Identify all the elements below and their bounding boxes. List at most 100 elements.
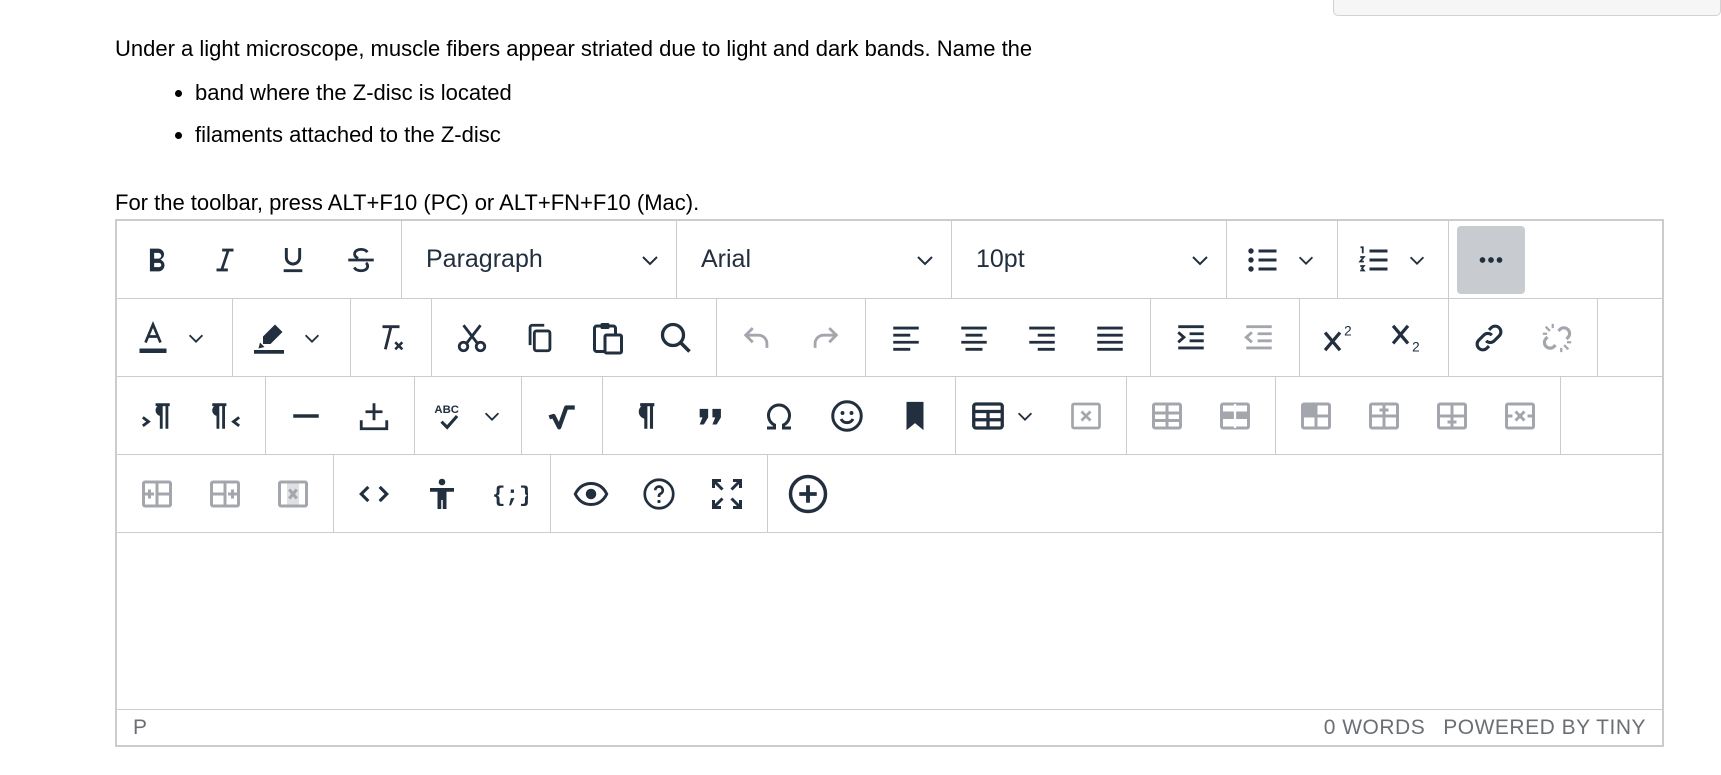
code-sample-button[interactable]: {;} [476,460,544,528]
math-equation-button[interactable] [528,382,596,450]
table-row-props-button[interactable] [1133,382,1201,450]
svg-text:ABC: ABC [434,404,459,416]
unlink-button[interactable] [1523,304,1591,372]
font-size-select[interactable]: 10pt [952,221,1227,298]
outdent-icon [1244,324,1272,349]
statusbar-right: 0 WORDS POWERED BY TINY [1324,716,1646,740]
table-button[interactable] [962,382,1052,450]
question-list: band where the Z-disc is located filamen… [115,78,1032,150]
fullscreen-icon [712,478,742,509]
bullet-list-icon [1248,247,1277,272]
insert-chars-group [603,377,956,454]
svg-text:2: 2 [1412,339,1420,354]
find-replace-button[interactable] [642,304,710,372]
chevron-down-icon [304,334,320,343]
paste-button[interactable] [574,304,642,372]
delete-column-button[interactable] [259,460,327,528]
highlight-color-button[interactable] [233,304,350,372]
fullscreen-button[interactable] [693,460,761,528]
table-insert-column-after-icon [210,480,240,507]
chevron-down-icon [484,412,500,421]
align-justify-button[interactable] [1076,304,1144,372]
rtl-icon [212,402,241,429]
horizontal-line-button[interactable] [272,382,340,450]
unlink-icon [1542,323,1572,352]
more-button[interactable] [1457,225,1525,294]
question-intro: Under a light microscope, muscle fibers … [115,36,1033,61]
accessibility-checker-button[interactable] [408,460,476,528]
table-merge-button[interactable] [1282,382,1350,450]
editor-content-area[interactable] [117,533,1662,711]
insert-content-button[interactable] [774,460,842,528]
quote-icon [699,408,721,424]
rtl-button[interactable] [191,382,259,450]
special-character-button[interactable] [745,382,813,450]
square-root-icon [548,404,575,429]
word-count[interactable]: 0 WORDS [1324,716,1426,740]
insert-row-before-button[interactable] [1350,382,1418,450]
question-text: Under a light microscope, muscle fibers … [115,32,1032,162]
bookmark-icon [906,401,924,430]
indent-icon [1177,324,1204,349]
indent-button[interactable] [1157,304,1225,372]
font-family-select[interactable]: Arial [677,221,952,298]
subscript-icon: 2 [1391,324,1420,354]
align-center-button[interactable] [940,304,1008,372]
eye-icon [573,481,609,506]
source-code-button[interactable] [340,460,408,528]
code-icon [359,485,389,502]
delete-table-button[interactable] [1052,382,1120,450]
history-group [717,299,866,376]
ltr-button[interactable] [123,382,191,450]
subscript-button[interactable]: 2 [1374,304,1442,372]
align-left-button[interactable] [872,304,940,372]
page-break-button[interactable] [340,382,408,450]
omega-icon [767,403,791,429]
italic-button[interactable] [191,226,259,294]
superscript-button[interactable]: 2 [1306,304,1374,372]
copy-button[interactable] [506,304,574,372]
code-sample-icon: {;} [492,482,528,508]
strikethrough-button[interactable] [327,226,395,294]
numbered-list-button[interactable] [1338,226,1448,294]
page-break-icon [359,402,389,430]
underline-button[interactable] [259,226,327,294]
show-blocks-button[interactable] [609,382,677,450]
bullet-list-button[interactable] [1227,226,1337,294]
help-button[interactable] [625,460,693,528]
table-cell-props-button[interactable] [1201,382,1269,450]
align-right-button[interactable] [1008,304,1076,372]
insert-column-after-button[interactable] [191,460,259,528]
blockquote-button[interactable] [677,382,745,450]
cut-button[interactable] [438,304,506,372]
ellipsis-icon [1479,256,1503,263]
chevron-down-icon [188,334,204,343]
accessibility-icon [430,478,454,509]
outdent-button[interactable] [1225,304,1293,372]
emoticons-button[interactable] [813,382,881,450]
insert-column-before-button[interactable] [123,460,191,528]
powered-by-link[interactable]: POWERED BY TINY [1443,716,1646,740]
font-size-value: 10pt [976,245,1025,273]
bold-button[interactable] [123,226,191,294]
insert-link-button[interactable] [1455,304,1523,372]
redo-button[interactable] [791,304,859,372]
copy-icon [528,323,552,352]
undo-button[interactable] [723,304,791,372]
table-icon [972,401,1004,430]
clipboard-group [432,299,717,376]
delete-row-button[interactable] [1486,382,1554,450]
search-icon [660,322,691,353]
top-dropdown-widget[interactable] [1333,0,1721,16]
block-format-select[interactable]: Paragraph [402,221,677,298]
align-justify-icon [1097,326,1123,351]
format-group [117,221,402,298]
insert-row-after-button[interactable] [1418,382,1486,450]
insert-group [266,377,415,454]
preview-button[interactable] [557,460,625,528]
element-path[interactable]: P [133,716,147,740]
spellcheck-button[interactable]: ABC [415,382,521,450]
clear-formatting-button[interactable] [357,304,425,372]
text-color-button[interactable] [117,304,232,372]
anchor-button[interactable] [881,382,949,450]
